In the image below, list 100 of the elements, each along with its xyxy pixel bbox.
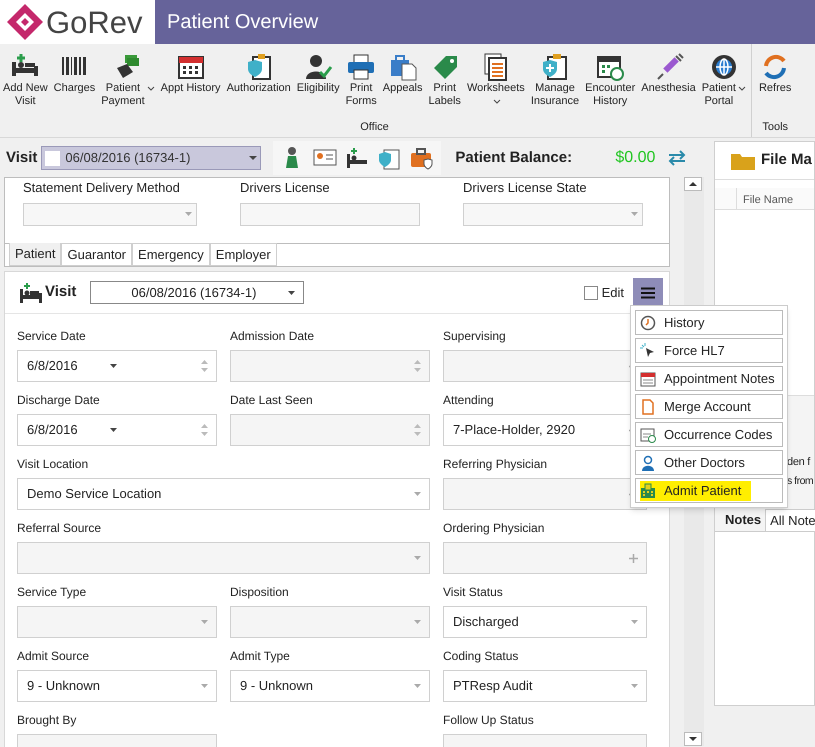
caret-icon bbox=[414, 620, 421, 624]
scroll-up-icon bbox=[684, 177, 702, 191]
toolbar-button[interactable]: Appeals bbox=[382, 52, 424, 95]
lookup-field[interactable] bbox=[443, 542, 647, 574]
group-label: Tools bbox=[761, 120, 790, 134]
menu-item[interactable]: Appointment Notes bbox=[635, 366, 783, 391]
caret-icon bbox=[201, 684, 208, 688]
column-header: File Name bbox=[742, 193, 794, 208]
spinner-icon bbox=[201, 359, 208, 373]
toolbar-button[interactable]: Anesthesia bbox=[640, 52, 697, 95]
field-label: Visit Status bbox=[443, 584, 504, 600]
field-label: Brought By bbox=[17, 712, 78, 728]
date-field[interactable]: 6/8/2016 bbox=[17, 350, 217, 382]
caret-icon bbox=[631, 620, 638, 624]
dropdown-field[interactable]: Discharged bbox=[443, 606, 647, 638]
date-field[interactable] bbox=[230, 414, 430, 446]
panel-title: File Ma bbox=[761, 150, 812, 170]
field-label: Date Last Seen bbox=[230, 392, 314, 408]
tab[interactable]: All Note bbox=[765, 509, 815, 531]
tab[interactable]: Emergency bbox=[132, 243, 210, 266]
field-label: Coding Status bbox=[443, 648, 520, 664]
caret-icon bbox=[110, 428, 117, 432]
input-field[interactable] bbox=[240, 202, 420, 226]
toolbar-button[interactable]: Patient Portal bbox=[700, 52, 747, 108]
dropdown-field[interactable]: 9 - Unknown bbox=[17, 670, 217, 702]
menu-item[interactable]: Force HL7 bbox=[635, 338, 783, 363]
toolbar-button[interactable]: Print Forms bbox=[344, 52, 378, 108]
field-label: Referring Physician bbox=[443, 456, 548, 472]
dropdown-field[interactable]: PTResp Audit bbox=[443, 670, 647, 702]
color-swatch bbox=[45, 150, 60, 166]
caret-icon bbox=[146, 86, 155, 92]
menu-item[interactable]: History bbox=[635, 310, 783, 335]
menu-item[interactable]: Other Doctors bbox=[635, 450, 783, 475]
toolbar-button[interactable]: Worksheets bbox=[466, 52, 526, 105]
info-text: den f bbox=[787, 455, 810, 470]
date-field[interactable]: 6/8/2016 bbox=[17, 414, 217, 446]
toolbar-button[interactable]: Charges bbox=[52, 52, 96, 95]
menu-item[interactable]: Occurrence Codes bbox=[635, 422, 783, 447]
user-check-icon bbox=[303, 52, 334, 82]
field-label: Admission Date bbox=[230, 328, 316, 344]
toolbar-button[interactable] bbox=[409, 146, 434, 170]
toolbar-button[interactable] bbox=[345, 146, 370, 170]
field-label: Supervising bbox=[443, 328, 507, 344]
lookup-field[interactable] bbox=[443, 478, 647, 510]
calendar-icon bbox=[640, 426, 656, 442]
field-label: Visit Location bbox=[17, 456, 90, 472]
menu-button[interactable] bbox=[633, 278, 663, 308]
toolbar-button[interactable]: Encounter History bbox=[584, 52, 636, 108]
menu-item[interactable]: Merge Account bbox=[635, 394, 783, 419]
dropdown-field[interactable] bbox=[17, 606, 217, 638]
caret-icon bbox=[631, 212, 638, 216]
tab[interactable]: Guarantor bbox=[61, 243, 132, 266]
logo-icon bbox=[6, 3, 44, 41]
toolbar-button[interactable]: Add New Visit bbox=[2, 52, 49, 108]
menu-icon bbox=[641, 286, 655, 298]
toolbar-button[interactable]: Appt History bbox=[160, 52, 222, 95]
logo-text: GoRev bbox=[46, 6, 142, 38]
menu-item[interactable]: Admit Patient bbox=[635, 478, 783, 503]
caret-icon bbox=[492, 99, 501, 105]
caret-icon bbox=[185, 212, 192, 216]
dropdown-field[interactable] bbox=[463, 202, 643, 226]
caret-icon bbox=[414, 556, 421, 560]
field-label: Statement Delivery Method bbox=[23, 179, 181, 197]
toolbar-button[interactable]: Refres bbox=[758, 52, 792, 95]
visit-label: Visit bbox=[6, 148, 38, 168]
caret-icon bbox=[631, 684, 638, 688]
dropdown-field[interactable]: 9 - Unknown bbox=[230, 670, 430, 702]
plus-icon bbox=[629, 554, 638, 562]
field-label: Drivers License bbox=[240, 179, 331, 197]
section-title: Visit bbox=[45, 282, 76, 302]
clock-icon bbox=[640, 314, 656, 330]
field-label: Disposition bbox=[230, 584, 290, 600]
checkbox[interactable] bbox=[584, 286, 598, 300]
toolbar-button[interactable]: Patient Payment bbox=[100, 52, 156, 108]
toolbar-button[interactable]: Authorization bbox=[226, 52, 292, 95]
field-label: Discharge Date bbox=[17, 392, 101, 408]
tab[interactable]: Employer bbox=[210, 243, 277, 266]
dropdown-field[interactable]: Demo Service Location bbox=[17, 478, 430, 510]
toolbar-button[interactable]: Manage Insurance bbox=[530, 52, 580, 108]
refresh-button[interactable] bbox=[667, 149, 688, 167]
date-field[interactable] bbox=[230, 350, 430, 382]
visit-dropdown[interactable]: 06/08/2016 (16734-1) bbox=[41, 146, 262, 170]
field-label: Ordering Physician bbox=[443, 520, 546, 536]
page-title: Patient Overview bbox=[167, 10, 318, 35]
dropdown-field[interactable] bbox=[230, 606, 430, 638]
person-icon bbox=[640, 454, 656, 470]
visit-dropdown[interactable]: 06/08/2016 (16734-1) bbox=[90, 281, 304, 304]
group-label: Office bbox=[359, 120, 390, 134]
dropdown-field[interactable] bbox=[23, 202, 197, 226]
toolbar-button[interactable]: Eligibility bbox=[296, 52, 341, 95]
briefcase-icon bbox=[409, 146, 434, 170]
swap-icon bbox=[667, 149, 688, 167]
checkbox-label: Edit bbox=[602, 284, 624, 302]
field-label: Service Type bbox=[17, 584, 88, 600]
tab[interactable]: Patient bbox=[9, 243, 62, 266]
toolbar-button[interactable]: Print Labels bbox=[428, 52, 462, 108]
dropdown-field[interactable] bbox=[17, 542, 430, 574]
printer-icon bbox=[346, 52, 376, 82]
spinner-icon bbox=[414, 423, 421, 437]
caret-icon bbox=[414, 492, 421, 496]
